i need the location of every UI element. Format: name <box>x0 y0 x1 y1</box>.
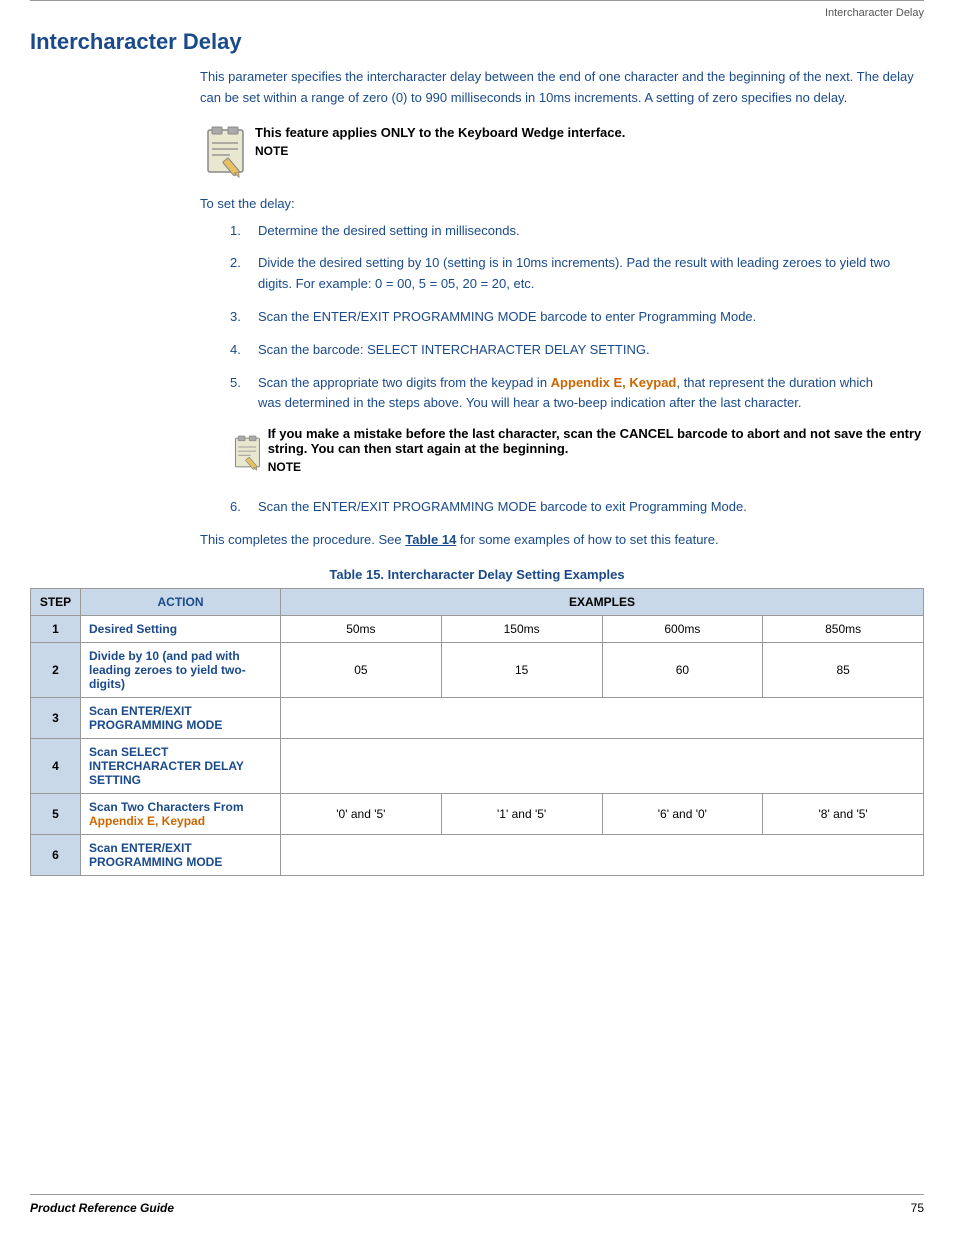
header-rule: Intercharacter Delay <box>30 0 924 19</box>
step-2-num: 2. <box>230 253 258 274</box>
note-2-content: If you make a mistake before the last ch… <box>268 426 924 474</box>
note-box-1: This feature applies ONLY to the Keyboar… <box>200 125 924 180</box>
cell-example-1-0: 05 <box>281 642 442 697</box>
table-row: 5Scan Two Characters From Appendix E, Ke… <box>31 793 924 834</box>
steps-list-2: 6. Scan the ENTER/EXIT PROGRAMMING MODE … <box>230 497 894 518</box>
cell-example-4-1: '1' and '5' <box>441 793 602 834</box>
cell-step-1: 2 <box>31 642 81 697</box>
completes-text-before: This completes the procedure. See <box>200 532 405 547</box>
cell-action-3: Scan SELECT INTERCHARACTER DELAY SETTING <box>81 738 281 793</box>
cell-action-link-4[interactable]: Appendix E, Keypad <box>89 814 205 828</box>
th-examples: EXAMPLES <box>281 588 924 615</box>
step-1-num: 1. <box>230 221 258 242</box>
step-3-text: Scan the ENTER/EXIT PROGRAMMING MODE bar… <box>258 307 894 328</box>
note-icon-2 <box>230 426 268 481</box>
step-4-text: Scan the barcode: SELECT INTERCHARACTER … <box>258 340 894 361</box>
note-icon-1 <box>200 125 255 180</box>
cell-example-1-1: 15 <box>441 642 602 697</box>
cell-action-5: Scan ENTER/EXIT PROGRAMMING MODE <box>81 834 281 875</box>
delay-table: STEP ACTION EXAMPLES 1Desired Setting50m… <box>30 588 924 876</box>
note-2-label: NOTE <box>268 460 924 474</box>
note-box-2: If you make a mistake before the last ch… <box>230 426 924 481</box>
completes-link[interactable]: Table 14 <box>405 532 456 547</box>
cell-action-0: Desired Setting <box>81 615 281 642</box>
table-row: 4Scan SELECT INTERCHARACTER DELAY SETTIN… <box>31 738 924 793</box>
cell-example-4-2: '6' and '0' <box>602 793 763 834</box>
step-4: 4. Scan the barcode: SELECT INTERCHARACT… <box>230 340 894 361</box>
table-title: Table 15. Intercharacter Delay Setting E… <box>30 567 924 582</box>
step-5-link[interactable]: Appendix E, Keypad <box>551 375 677 390</box>
cell-step-2: 3 <box>31 697 81 738</box>
cell-example-0-1: 150ms <box>441 615 602 642</box>
table-row: 2Divide by 10 (and pad with leading zero… <box>31 642 924 697</box>
step-1: 1. Determine the desired setting in mill… <box>230 221 894 242</box>
cell-span-3 <box>281 738 924 793</box>
cell-action-1: Divide by 10 (and pad with leading zeroe… <box>81 642 281 697</box>
table-header-row: STEP ACTION EXAMPLES <box>31 588 924 615</box>
step-3: 3. Scan the ENTER/EXIT PROGRAMMING MODE … <box>230 307 894 328</box>
set-delay-label: To set the delay: <box>200 196 924 211</box>
cell-span-2 <box>281 697 924 738</box>
step-6-num: 6. <box>230 497 258 518</box>
header-label: Intercharacter Delay <box>825 7 924 19</box>
cell-step-5: 6 <box>31 834 81 875</box>
step-4-num: 4. <box>230 340 258 361</box>
step-5: 5. Scan the appropriate two digits from … <box>230 373 894 415</box>
cell-action-4: Scan Two Characters From Appendix E, Key… <box>81 793 281 834</box>
cell-step-4: 5 <box>31 793 81 834</box>
cell-step-0: 1 <box>31 615 81 642</box>
table-row: 3Scan ENTER/EXIT PROGRAMMING MODE <box>31 697 924 738</box>
section-title: Intercharacter Delay <box>30 29 924 55</box>
table-row: 1Desired Setting50ms150ms600ms850ms <box>31 615 924 642</box>
step-2: 2. Divide the desired setting by 10 (set… <box>230 253 894 295</box>
page: Intercharacter Delay Intercharacter Dela… <box>0 0 954 1235</box>
cell-example-0-2: 600ms <box>602 615 763 642</box>
cell-example-1-3: 85 <box>763 642 924 697</box>
cell-span-5 <box>281 834 924 875</box>
content-area: Intercharacter Delay This parameter spec… <box>0 29 954 876</box>
cell-example-4-0: '0' and '5' <box>281 793 442 834</box>
table-row: 6Scan ENTER/EXIT PROGRAMMING MODE <box>31 834 924 875</box>
th-step: STEP <box>31 588 81 615</box>
note-1-label: NOTE <box>255 144 625 158</box>
footer-right: 75 <box>911 1201 924 1215</box>
step-5-num: 5. <box>230 373 258 394</box>
intro-text: This parameter specifies the intercharac… <box>200 67 924 109</box>
note-1-text: This feature applies ONLY to the Keyboar… <box>255 125 625 140</box>
cell-example-0-0: 50ms <box>281 615 442 642</box>
footer-left: Product Reference Guide <box>30 1201 174 1215</box>
note-2-text: If you make a mistake before the last ch… <box>268 426 924 456</box>
note-1-content: This feature applies ONLY to the Keyboar… <box>255 125 625 158</box>
completes-paragraph: This completes the procedure. See Table … <box>200 530 924 551</box>
completes-text-after: for some examples of how to set this fea… <box>456 532 718 547</box>
cell-example-1-2: 60 <box>602 642 763 697</box>
cell-action-2: Scan ENTER/EXIT PROGRAMMING MODE <box>81 697 281 738</box>
cell-example-0-3: 850ms <box>763 615 924 642</box>
step-3-num: 3. <box>230 307 258 328</box>
step-5-text: Scan the appropriate two digits from the… <box>258 373 894 415</box>
step-6-text: Scan the ENTER/EXIT PROGRAMMING MODE bar… <box>258 497 894 518</box>
cell-example-4-3: '8' and '5' <box>763 793 924 834</box>
steps-list: 1. Determine the desired setting in mill… <box>230 221 894 415</box>
th-action: ACTION <box>81 588 281 615</box>
step-6: 6. Scan the ENTER/EXIT PROGRAMMING MODE … <box>230 497 894 518</box>
cell-step-3: 4 <box>31 738 81 793</box>
step-2-text: Divide the desired setting by 10 (settin… <box>258 253 894 295</box>
page-footer: Product Reference Guide 75 <box>30 1194 924 1215</box>
step-1-text: Determine the desired setting in millise… <box>258 221 894 242</box>
